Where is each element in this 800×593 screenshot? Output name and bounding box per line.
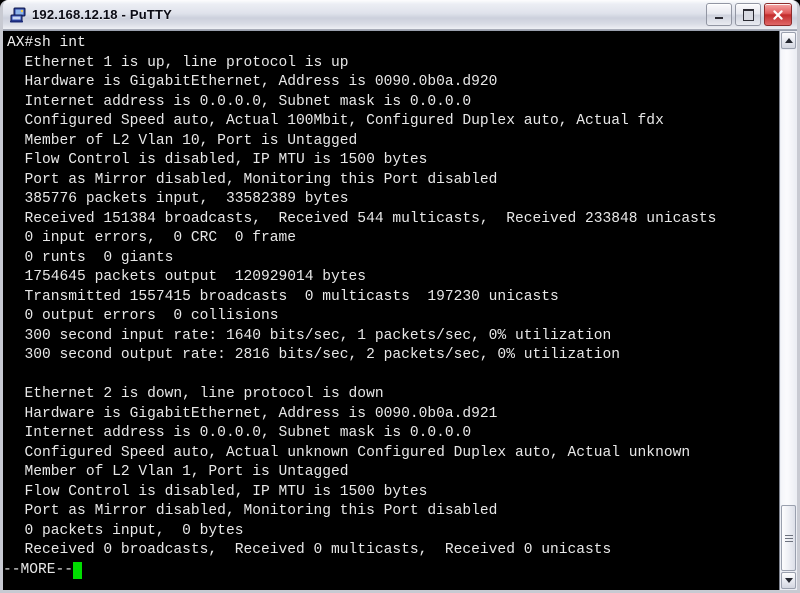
maximize-icon — [736, 4, 760, 25]
close-icon — [765, 4, 791, 25]
vertical-scrollbar[interactable] — [779, 31, 797, 590]
terminal-line: Flow Control is disabled, IP MTU is 1500… — [7, 483, 428, 500]
terminal-line: Transmitted 1557415 broadcasts 0 multica… — [7, 288, 559, 305]
putty-window: 192.168.12.18 - PuTTY AX#sh int Ethernet… — [0, 0, 800, 593]
more-prompt-text: --MORE-- — [3, 561, 74, 578]
terminal-line: Configured Speed auto, Actual 100Mbit, C… — [7, 113, 664, 129]
terminal-line: Internet address is 0.0.0.0, Subnet mask… — [7, 425, 472, 441]
terminal-line: Port as Mirror disabled, Monitoring this… — [7, 171, 498, 188]
terminal-line: 1754645 packets output 120929014 bytes — [7, 269, 367, 285]
scroll-down-button[interactable] — [781, 572, 796, 589]
terminal-line: Port as Mirror disabled, Monitoring this… — [7, 503, 498, 519]
terminal-line: Ethernet 2 is down, line protocol is dow… — [7, 386, 384, 402]
chevron-down-icon — [784, 578, 793, 583]
terminal-output[interactable]: AX#sh int Ethernet 1 is up, line protoco… — [3, 31, 779, 590]
grip-lines-icon — [784, 534, 793, 536]
chevron-up-icon — [784, 38, 793, 43]
terminal-line: 300 second input rate: 1640 bits/sec, 1 … — [7, 327, 612, 344]
putty-icon — [9, 6, 27, 24]
scroll-up-button[interactable] — [781, 32, 796, 49]
terminal-line: AX#sh int — [7, 35, 86, 51]
scrollbar-thumb[interactable] — [781, 505, 796, 571]
terminal-line: 0 input errors, 0 CRC 0 frame — [7, 230, 297, 246]
minimize-button[interactable] — [706, 3, 732, 26]
terminal-line: 300 second output rate: 2816 bits/sec, 2… — [7, 347, 621, 363]
terminal-line: 0 output errors 0 collisions — [7, 308, 279, 324]
terminal-line: Received 151384 broadcasts, Received 544… — [7, 210, 717, 227]
terminal-line: 0 runts 0 giants — [7, 249, 174, 266]
terminal-line: Hardware is GigabitEthernet, Address is … — [7, 74, 498, 90]
terminal-line: 0 packets input, 0 bytes — [7, 522, 244, 539]
terminal-lines: AX#sh int Ethernet 1 is up, line protoco… — [7, 34, 779, 561]
terminal-cursor — [73, 561, 83, 579]
window-title: 192.168.12.18 - PuTTY — [32, 7, 173, 22]
terminal-line: Member of L2 Vlan 1, Port is Untagged — [7, 464, 349, 480]
terminal-line: 385776 packets input, 33582389 bytes — [7, 191, 349, 207]
terminal-line: Configured Speed auto, Actual unknown Co… — [7, 444, 691, 461]
client-area: AX#sh int Ethernet 1 is up, line protoco… — [3, 30, 797, 590]
terminal-line: Ethernet 1 is up, line protocol is up — [7, 54, 349, 71]
terminal-line: Received 0 broadcasts, Received 0 multic… — [7, 542, 612, 558]
maximize-button[interactable] — [735, 3, 761, 26]
minimize-icon — [707, 4, 731, 25]
terminal-line: Member of L2 Vlan 10, Port is Untagged — [7, 132, 358, 149]
terminal-line: Flow Control is disabled, IP MTU is 1500… — [7, 152, 428, 168]
close-button[interactable] — [764, 3, 792, 26]
title-bar[interactable]: 192.168.12.18 - PuTTY — [3, 0, 797, 30]
terminal-line: Hardware is GigabitEthernet, Address is … — [7, 405, 498, 422]
scrollbar-track[interactable] — [781, 50, 796, 571]
terminal-line: Internet address is 0.0.0.0, Subnet mask… — [7, 93, 472, 110]
window-controls — [706, 3, 792, 26]
more-prompt-line: --MORE-- — [3, 561, 779, 581]
